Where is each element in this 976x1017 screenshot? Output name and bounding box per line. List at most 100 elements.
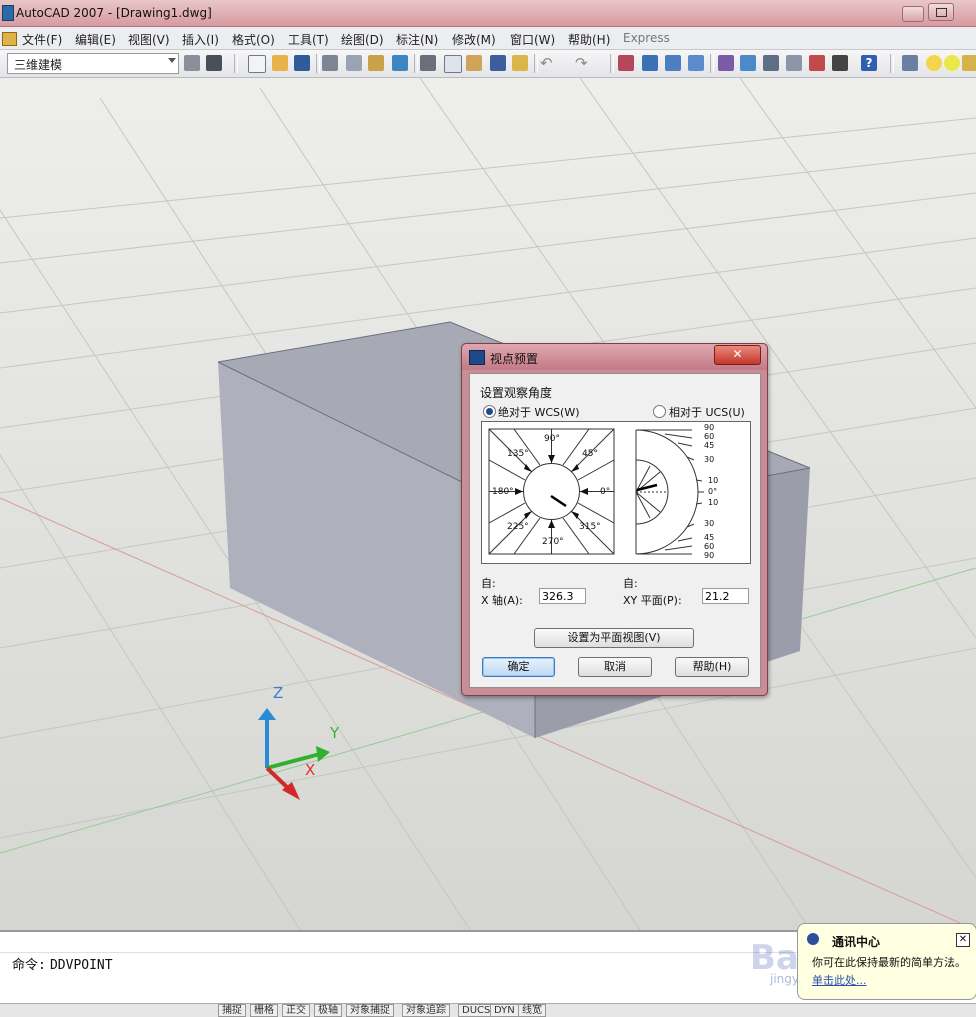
layer-lock-icon[interactable] (962, 55, 976, 71)
block-editor-icon[interactable] (512, 55, 528, 71)
close-icon[interactable]: ✕ (956, 933, 970, 947)
window-title-bar: AutoCAD 2007 - [Drawing1.dwg] (0, 0, 976, 27)
ucs-x-label: X (305, 761, 316, 779)
menu-draw[interactable]: 绘图(D) (341, 31, 384, 48)
layer-on-icon[interactable] (926, 55, 942, 71)
help-icon[interactable]: ? (861, 55, 877, 71)
workspace-value: 三维建模 (14, 58, 63, 72)
xy-plane-angle-input[interactable]: 21.2 (702, 588, 749, 604)
status-dyn[interactable]: DYN (490, 1004, 519, 1017)
status-otrack[interactable]: 对象追踪 (402, 1004, 450, 1017)
pan-icon[interactable] (618, 55, 634, 71)
menu-express[interactable]: Express (623, 31, 670, 45)
layer-freeze-icon[interactable] (944, 55, 960, 71)
from-xy-label-line1: 自: (623, 577, 638, 590)
layer-manager-icon[interactable] (902, 55, 918, 71)
zoom-realtime-icon[interactable] (642, 55, 658, 71)
elev-label-10-top: 10 (708, 476, 719, 485)
balloon-link[interactable]: 单击此处... (812, 972, 867, 988)
properties-icon[interactable] (718, 55, 734, 71)
close-icon[interactable]: ✕ (714, 345, 761, 365)
ucs-z-label: Z (273, 684, 284, 702)
design-center-icon[interactable] (740, 55, 756, 71)
markup-icon[interactable] (809, 55, 825, 71)
workspace-settings-icon[interactable] (184, 55, 200, 71)
menu-file[interactable]: 文件(F) (22, 31, 62, 48)
elev-label-45-top: 45 (704, 441, 715, 450)
menu-insert[interactable]: 插入(I) (182, 31, 219, 48)
ok-button[interactable]: 确定 (482, 657, 555, 677)
publish-icon[interactable] (368, 55, 384, 71)
undo-icon[interactable]: ↶ (540, 55, 556, 71)
new-file-icon[interactable] (248, 55, 266, 73)
toolbar-separator (710, 54, 714, 73)
restore-button[interactable] (928, 3, 954, 21)
info-icon (807, 933, 819, 945)
elev-label-90-top: 90 (704, 423, 715, 432)
plot-preview-icon[interactable] (346, 55, 362, 71)
elev-label-30-top: 30 (704, 455, 715, 464)
minimize-button[interactable] (902, 6, 924, 22)
menu-tools[interactable]: 工具(T) (288, 31, 329, 48)
cancel-button[interactable]: 取消 (578, 657, 652, 677)
compass-label-90: 90° (544, 434, 560, 444)
redo-icon[interactable]: ↷ (575, 55, 591, 71)
status-snap[interactable]: 捕捉 (218, 1004, 246, 1017)
dialog-title-bar[interactable]: 视点预置 ✕ (462, 344, 767, 370)
sheet-set-icon[interactable] (786, 55, 802, 71)
menu-format[interactable]: 格式(O) (232, 31, 275, 48)
calculator-icon[interactable] (832, 55, 848, 71)
compass-label-270: 270° (542, 537, 564, 547)
ucs-y-label: Y (330, 724, 340, 742)
workspace-dropdown[interactable]: 三维建模 (7, 53, 179, 74)
ucs-icon (258, 708, 330, 800)
status-ducs[interactable]: DUCS (458, 1004, 495, 1017)
print-icon[interactable] (322, 55, 338, 71)
radio-absolute-wcs-label[interactable]: 绝对于 WCS(W) (498, 404, 580, 420)
elev-label-45-bottom: 45 (704, 533, 715, 542)
paste-icon[interactable] (466, 55, 482, 71)
compass-label-135: 135° (507, 449, 529, 459)
document-menu-icon[interactable] (2, 32, 17, 46)
set-plan-view-button[interactable]: 设置为平面视图(V) (534, 628, 694, 648)
balloon-title: 通讯中心 (832, 935, 881, 949)
menu-window[interactable]: 窗口(W) (510, 31, 555, 48)
status-lwt[interactable]: 线宽 (518, 1004, 546, 1017)
status-polar[interactable]: 极轴 (314, 1004, 342, 1017)
workspace-save-icon[interactable] (206, 55, 222, 71)
compass-label-0: 0° (600, 487, 611, 497)
command-prompt: 命令: (12, 958, 46, 973)
3d-dwf-icon[interactable] (392, 55, 408, 71)
menu-modify[interactable]: 修改(M) (452, 31, 496, 48)
menu-edit[interactable]: 编辑(E) (75, 31, 116, 48)
radio-absolute-wcs[interactable] (483, 405, 496, 418)
status-osnap[interactable]: 对象捕捉 (346, 1004, 394, 1017)
menu-help[interactable]: 帮助(H) (568, 31, 610, 48)
match-properties-icon[interactable] (490, 55, 506, 71)
x-axis-angle-input[interactable]: 326.3 (539, 588, 586, 604)
cut-icon[interactable] (420, 55, 436, 71)
open-file-icon[interactable] (272, 55, 288, 71)
command-line[interactable]: 命令: DDVPOINT (12, 954, 113, 973)
status-ortho[interactable]: 正交 (282, 1004, 310, 1017)
radio-relative-ucs[interactable] (653, 405, 666, 418)
menu-dimension[interactable]: 标注(N) (396, 31, 438, 48)
status-grid[interactable]: 栅格 (250, 1004, 278, 1017)
zoom-previous-icon[interactable] (688, 55, 704, 71)
section-label: 设置观察角度 (480, 386, 553, 400)
menu-bar: 文件(F) 编辑(E) 视图(V) 插入(I) 格式(O) 工具(T) 绘图(D… (0, 27, 976, 50)
tool-palettes-icon[interactable] (763, 55, 779, 71)
copy-icon[interactable] (444, 55, 462, 73)
zoom-window-icon[interactable] (665, 55, 681, 71)
from-x-label-line1: 自: (481, 577, 496, 590)
toolbar-separator (234, 54, 238, 73)
viewpoint-picker[interactable]: 90° 45° 0° 315° 270° 225° 180° 135° 90 6… (481, 421, 751, 564)
autocad-app-icon[interactable] (2, 5, 14, 21)
help-button[interactable]: 帮助(H) (675, 657, 749, 677)
menu-view[interactable]: 视图(V) (128, 31, 170, 48)
save-icon[interactable] (294, 55, 310, 71)
radio-relative-ucs-label[interactable]: 相对于 UCS(U) (669, 404, 745, 420)
compass-label-225: 225° (507, 522, 529, 532)
communication-center-balloon: 通讯中心 ✕ 你可在此保持最新的简单方法。 单击此处... (797, 923, 976, 1000)
dialog-title: 视点预置 (490, 352, 539, 366)
